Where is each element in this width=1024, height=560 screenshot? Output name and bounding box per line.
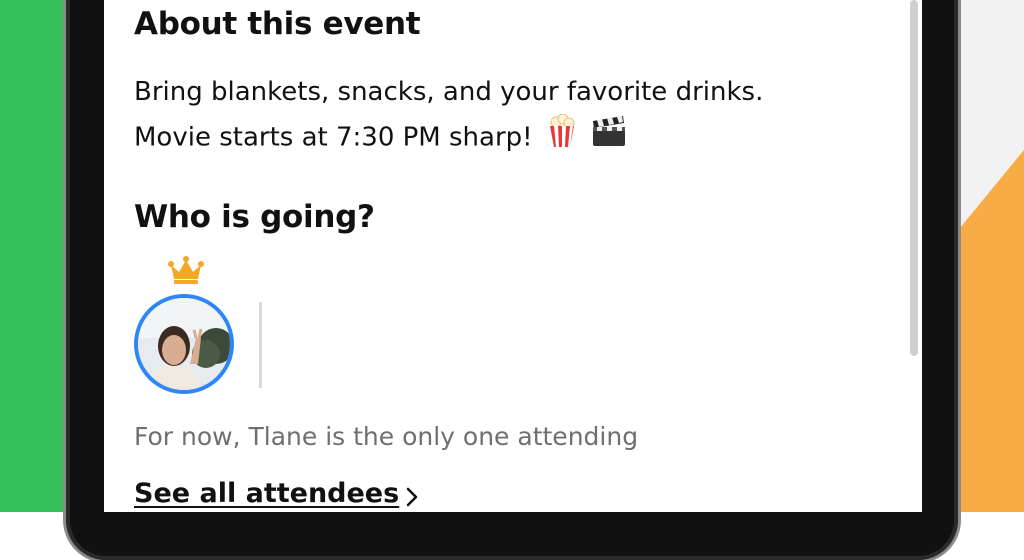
popcorn-icon <box>547 113 577 162</box>
scrollbar[interactable] <box>910 0 918 356</box>
description-line-2: Movie starts at 7:30 PM sharp! <box>134 122 533 153</box>
who-is-going-title: Who is going? <box>134 199 375 235</box>
chevron-right-icon[interactable] <box>404 486 420 508</box>
attendance-summary: For now, Tlane is the only one attending <box>134 422 639 451</box>
background-left-green <box>0 0 75 512</box>
host-avatar[interactable] <box>134 294 234 394</box>
avatar-divider <box>259 302 262 388</box>
event-description: Bring blankets, snacks, and your favorit… <box>134 70 894 162</box>
avatar-photo <box>138 298 230 390</box>
crown-icon <box>168 256 204 284</box>
description-line-1: Bring blankets, snacks, and your favorit… <box>134 77 764 107</box>
about-section-title: About this event <box>134 6 421 42</box>
event-details-screen: About this event Bring blankets, snacks,… <box>104 0 922 512</box>
see-all-attendees-link[interactable]: See all attendees <box>134 478 399 509</box>
clapper-board-icon <box>591 115 627 161</box>
background-orange-shape <box>950 150 1024 512</box>
background-right <box>950 0 1024 512</box>
